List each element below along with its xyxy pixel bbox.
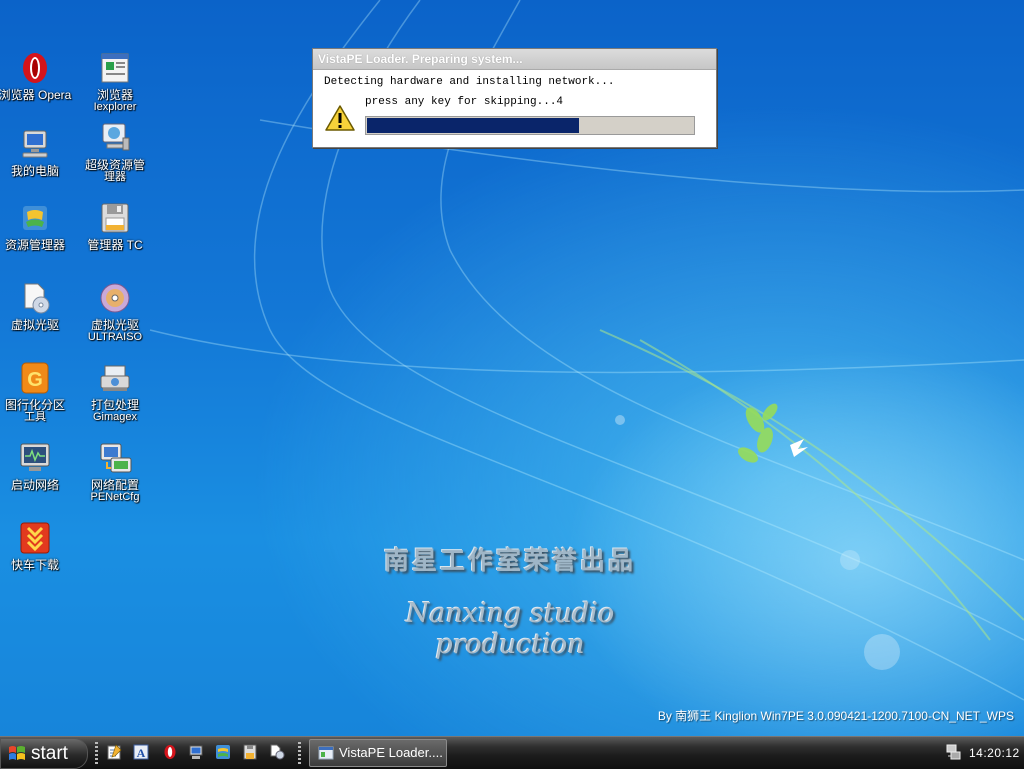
iexplorer-icon	[101, 53, 129, 83]
desktop-icon-sublabel: 工具	[24, 411, 46, 423]
desktop-icon-label: 虚拟光驱	[90, 318, 139, 332]
windows-logo-icon	[9, 746, 25, 760]
my-computer-icon	[22, 130, 48, 158]
opera-icon	[23, 53, 47, 83]
virtual-drive-icon[interactable]	[269, 744, 285, 760]
desktop-icon-label: 虚拟光驱	[10, 318, 59, 332]
virtual-drive-icon	[24, 283, 50, 314]
desktop-icon-tc[interactable]: 管理器 TC	[75, 200, 155, 251]
floppy-icon	[101, 203, 129, 233]
gimagex-icon	[100, 365, 130, 391]
svg-text:G: G	[27, 369, 43, 391]
network-tray-icon[interactable]	[945, 744, 961, 760]
desktop-icon-label: 管理器 TC	[87, 238, 143, 252]
loader-progress-fill	[367, 118, 579, 133]
desktop-icon-sublabel: Iexplorer	[93, 101, 137, 113]
quick-launch-grip[interactable]	[95, 742, 98, 764]
network-config-icon	[100, 443, 132, 473]
desktop-icon-label: 启动网络	[10, 478, 59, 492]
partition-icon: G	[21, 362, 49, 394]
desktop-icon-partition[interactable]: G 图行化分区 工具	[0, 360, 75, 423]
loader-dialog-title: VistaPE Loader. Preparing system...	[313, 49, 716, 70]
wallpaper-chinese-text: 南星工作室荣誉出品	[383, 546, 636, 575]
computer-icon[interactable]	[188, 744, 204, 760]
desktop-icon-label: 打包处理	[90, 398, 139, 412]
desktop: 浏览器 Opera 浏览器 Iexplorer 我的电脑 超级资源管 理器 资源…	[0, 0, 1024, 736]
warning-icon	[325, 105, 355, 131]
desktop-icon-sublabel: Gimagex	[92, 411, 138, 423]
loader-progress-bar	[365, 116, 695, 135]
clock[interactable]: 14:20:12	[969, 746, 1020, 760]
desktop-icon-sublabel: 理器	[104, 171, 126, 183]
notepad-icon[interactable]	[106, 744, 122, 760]
flashget-icon	[20, 522, 50, 554]
window-icon	[318, 746, 334, 760]
desktop-icon-my-computer[interactable]: 我的电脑	[0, 126, 75, 177]
desktop-icon-penetcfg[interactable]: 网络配置 PENetCfg	[75, 440, 155, 503]
desktop-icon-explorer[interactable]: 资源管理器	[0, 200, 75, 251]
desktop-icon-label: 浏览器	[96, 88, 133, 102]
desktop-icon-virtual-drive[interactable]: 虚拟光驱	[0, 280, 75, 331]
desktop-icon-sublabel: ULTRAISO	[87, 331, 143, 343]
system-tray: 14:20:12	[938, 739, 1024, 766]
desktop-icon-label: 我的电脑	[10, 164, 59, 178]
start-label: start	[31, 743, 68, 764]
taskbar-button-label: VistaPE Loader....	[339, 745, 443, 760]
desktop-icon-label: 超级资源管	[84, 158, 145, 172]
desktop-icon-sublabel: PENetCfg	[90, 491, 140, 503]
cd-icon	[100, 283, 130, 313]
loader-skip-prompt: press any key for skipping...4	[365, 96, 564, 108]
explorer-icon[interactable]	[215, 744, 231, 760]
network-monitor-icon	[20, 443, 50, 471]
desktop-icon-label: 浏览器 Opera	[0, 88, 72, 102]
taskbar: start A VistaPE Loader.... 14:20:12	[0, 736, 1024, 769]
explorer-icon	[23, 206, 47, 230]
loader-dialog: VistaPE Loader. Preparing system... Dete…	[312, 48, 717, 148]
desktop-icon-label: 快车下载	[10, 558, 59, 572]
desktop-icon-ultraiso[interactable]: 虚拟光驱 ULTRAISO	[75, 280, 155, 343]
desktop-icon-label: 资源管理器	[4, 238, 65, 252]
desktop-icon-flashget[interactable]: 快车下载	[0, 520, 75, 571]
start-button[interactable]: start	[0, 738, 88, 769]
desktop-icon-gimagex[interactable]: 打包处理 Gimagex	[75, 360, 155, 423]
desktop-icon-label: 图行化分区	[4, 398, 65, 412]
font-icon[interactable]: A	[133, 744, 149, 760]
loader-status-line: Detecting hardware and installing networ…	[324, 76, 615, 88]
super-explorer-icon	[102, 123, 130, 151]
svg-text:A: A	[137, 746, 146, 760]
wallpaper-english-text: Nanxing studio production	[405, 598, 615, 660]
desktop-icon-opera[interactable]: 浏览器 Opera	[0, 50, 75, 101]
desktop-icon-super-explorer[interactable]: 超级资源管 理器	[75, 120, 155, 183]
taskbar-button-vistape-loader[interactable]: VistaPE Loader....	[309, 739, 447, 767]
build-info-text: By 南狮王 Kinglion Win7PE 3.0.090421-1200.7…	[657, 709, 1014, 723]
desktop-icon-iexplorer[interactable]: 浏览器 Iexplorer	[75, 50, 155, 113]
opera-icon[interactable]	[162, 744, 178, 760]
taskbar-grip[interactable]	[298, 742, 301, 764]
floppy-icon[interactable]	[242, 744, 258, 760]
desktop-icon-label: 网络配置	[90, 478, 139, 492]
desktop-icon-start-network[interactable]: 启动网络	[0, 440, 75, 491]
